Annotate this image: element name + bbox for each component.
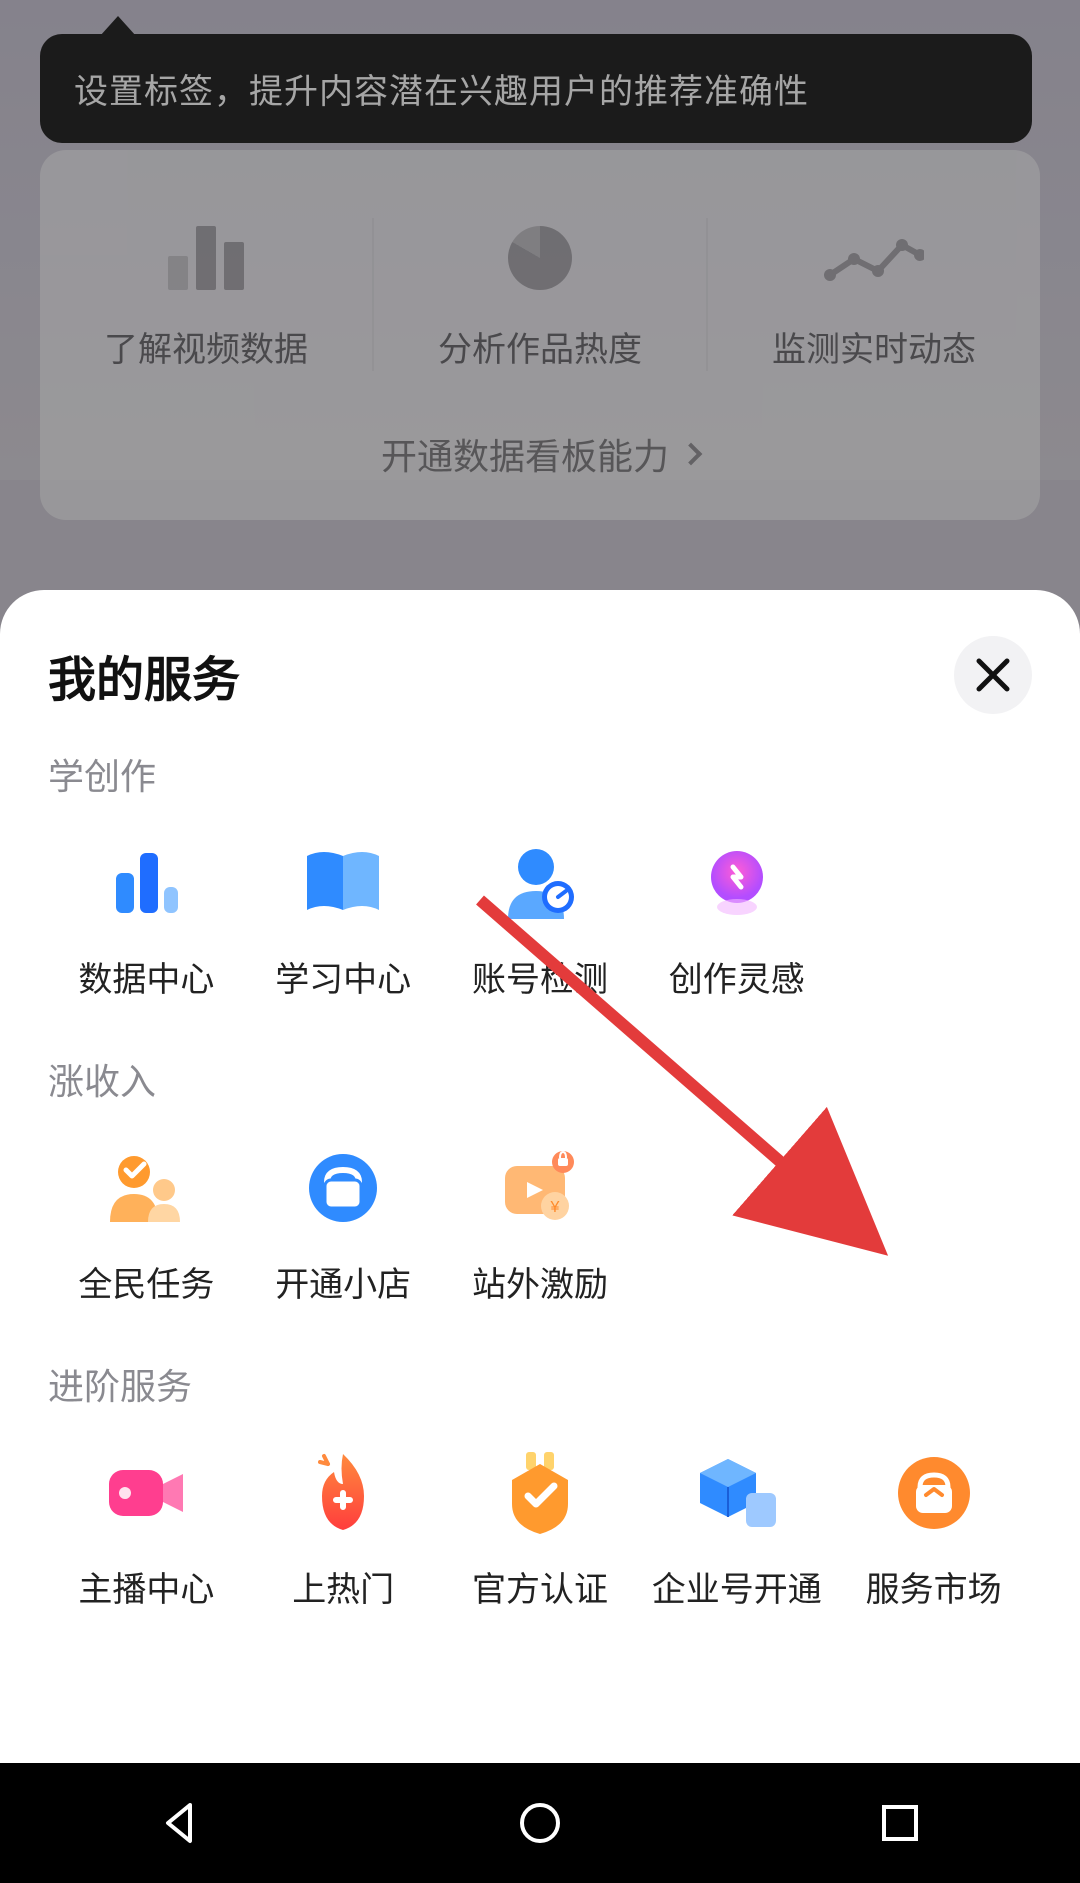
service-label: 服务市场 [866, 1562, 1002, 1611]
service-market[interactable]: 服务市场 [835, 1430, 1032, 1629]
service-label: 学习中心 [275, 952, 411, 1001]
grid-learn: 数据中心 学习中心 账号检测 创作灵感 [48, 820, 1032, 1019]
service-label: 开通小店 [275, 1257, 411, 1306]
service-inspiration[interactable]: 创作灵感 [638, 820, 835, 1019]
grid-advanced: 主播中心 上热门 官方认证 企业号开通 服务市场 [48, 1430, 1032, 1629]
people-orange-icon [101, 1143, 191, 1233]
close-icon [975, 657, 1011, 693]
service-study-center[interactable]: 学习中心 [245, 820, 442, 1019]
nav-home-button[interactable] [510, 1793, 570, 1853]
section-label-income: 涨收入 [48, 1053, 1032, 1105]
service-account-check[interactable]: 账号检测 [442, 820, 639, 1019]
close-button[interactable] [954, 636, 1032, 714]
bar-blue-icon [101, 838, 191, 928]
service-label: 站外激励 [472, 1257, 608, 1306]
nav-recent-button[interactable] [870, 1793, 930, 1853]
person-gauge-icon [495, 838, 585, 928]
cube-icon [692, 1448, 782, 1538]
bag-orange-icon [889, 1448, 979, 1538]
lock-media-icon: ¥ [495, 1143, 585, 1233]
service-label: 上热门 [292, 1562, 394, 1611]
service-label: 官方认证 [472, 1562, 608, 1611]
service-label: 企业号开通 [652, 1562, 822, 1611]
service-label: 账号检测 [472, 952, 608, 1001]
shop-icon [298, 1143, 388, 1233]
service-go-hot[interactable]: 上热门 [245, 1430, 442, 1629]
service-label: 数据中心 [78, 952, 214, 1001]
service-data-center[interactable]: 数据中心 [48, 820, 245, 1019]
service-anchor-center[interactable]: 主播中心 [48, 1430, 245, 1629]
system-nav-bar [0, 1763, 1080, 1883]
svg-text:¥: ¥ [550, 1199, 560, 1216]
nav-back-button[interactable] [150, 1793, 210, 1853]
badge-icon [495, 1448, 585, 1538]
section-label-learn: 学创作 [48, 748, 1032, 800]
book-icon [298, 838, 388, 928]
service-label: 主播中心 [78, 1562, 214, 1611]
camera-pink-icon [101, 1448, 191, 1538]
my-services-sheet: 我的服务 学创作 数据中心 学习中心 账号检测 [0, 590, 1080, 1763]
annotation-arrow [0, 590, 1080, 1490]
service-label: 全民任务 [78, 1257, 214, 1306]
service-official-cert[interactable]: 官方认证 [442, 1430, 639, 1629]
service-open-shop[interactable]: 开通小店 [245, 1125, 442, 1324]
section-label-advanced: 进阶服务 [48, 1358, 1032, 1410]
fire-icon [298, 1448, 388, 1538]
sheet-title: 我的服务 [48, 640, 240, 710]
service-enterprise[interactable]: 企业号开通 [638, 1430, 835, 1629]
lightbulb-icon [692, 838, 782, 928]
service-all-task[interactable]: 全民任务 [48, 1125, 245, 1324]
grid-income: 全民任务 开通小店 ¥ 站外激励 [48, 1125, 1032, 1324]
service-off-site[interactable]: ¥ 站外激励 [442, 1125, 639, 1324]
service-label: 创作灵感 [669, 952, 805, 1001]
